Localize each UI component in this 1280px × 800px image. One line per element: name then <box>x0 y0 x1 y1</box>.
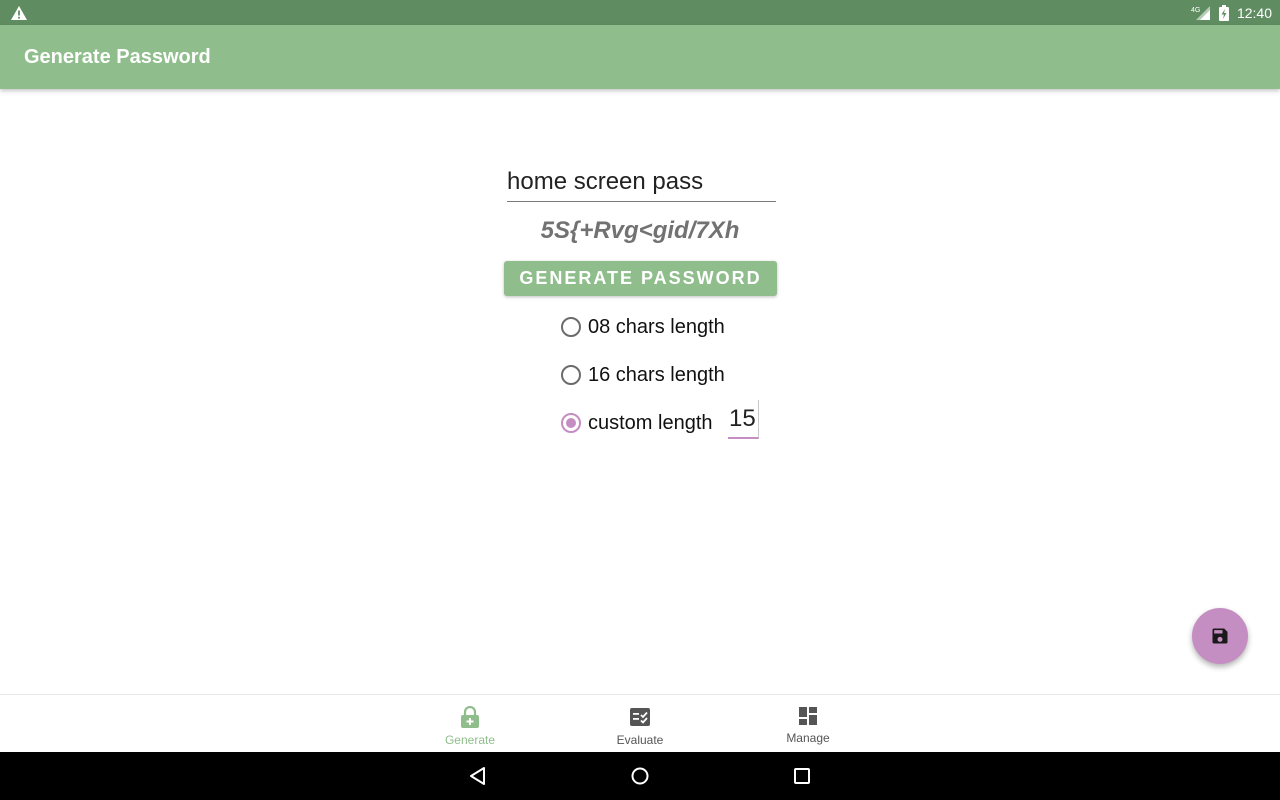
status-icons: 4G 12:40 <box>1191 0 1272 25</box>
radio-button[interactable] <box>561 365 581 385</box>
generate-password-button[interactable]: GENERATE PASSWORD <box>504 261 777 296</box>
lock-add-icon <box>461 706 479 728</box>
radio-button[interactable] <box>561 317 581 337</box>
checklist-icon <box>630 708 650 726</box>
radio-button-selected[interactable] <box>561 413 581 433</box>
bottom-navigation: Generate Evaluate Manage <box>0 694 1280 752</box>
home-icon[interactable] <box>628 764 652 788</box>
cell-signal-icon: 4G <box>1191 5 1210 20</box>
nav-label: Generate <box>444 733 496 747</box>
back-icon[interactable] <box>466 764 490 788</box>
save-icon <box>1212 628 1228 644</box>
system-navigation-bar <box>0 752 1280 800</box>
radio-label: custom length <box>588 411 713 434</box>
screen: 4G 12:40 Generate Password 5S{+Rvg<gid/7… <box>0 0 1280 800</box>
battery-charging-icon <box>1218 4 1229 21</box>
dashboard-icon <box>799 707 817 725</box>
radio-label: 16 chars length <box>588 363 725 386</box>
nav-label: Manage <box>786 731 830 745</box>
nav-evaluate[interactable]: Evaluate <box>580 695 700 753</box>
generated-password: 5S{+Rvg<gid/7Xh <box>540 217 740 244</box>
radio-label: 08 chars length <box>588 315 725 338</box>
nav-label: Evaluate <box>616 733 664 747</box>
radio-option-16-chars[interactable]: 16 chars length <box>561 361 725 389</box>
warning-icon <box>11 6 27 20</box>
radio-option-8-chars[interactable]: 08 chars length <box>561 313 725 341</box>
custom-length-input[interactable] <box>728 400 759 439</box>
save-fab-button[interactable] <box>1192 608 1248 664</box>
nav-generate[interactable]: Generate <box>410 695 530 753</box>
network-type: 4G <box>1191 7 1200 14</box>
nav-manage[interactable]: Manage <box>748 695 868 753</box>
status-bar: 4G 12:40 <box>0 0 1280 25</box>
recents-icon[interactable] <box>790 764 814 788</box>
password-name-input[interactable] <box>507 162 776 202</box>
radio-option-custom-length[interactable]: custom length <box>561 409 713 437</box>
app-bar: Generate Password <box>0 25 1280 89</box>
status-time: 12:40 <box>1236 4 1272 21</box>
page-title: Generate Password <box>24 46 211 68</box>
